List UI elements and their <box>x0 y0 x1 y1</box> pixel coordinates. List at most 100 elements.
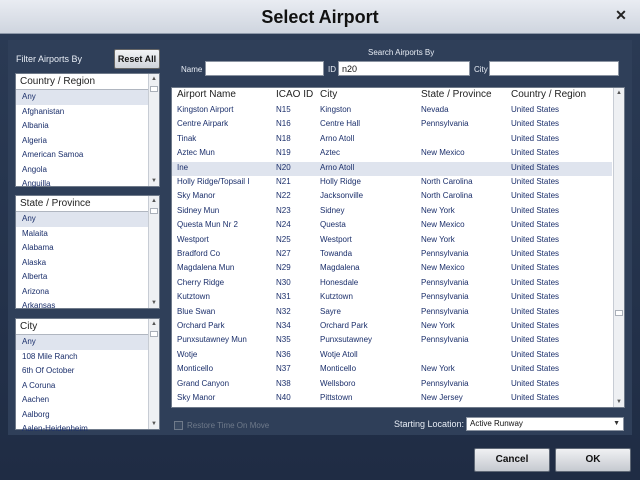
table-row[interactable]: Punxsutawney Mun N35 Punxsutawney Pennsylva… <box>172 334 612 348</box>
name-input[interactable] <box>205 61 324 76</box>
city-cell: Sidney <box>320 205 345 215</box>
icao-id-cell: N24 <box>276 220 291 230</box>
table-row[interactable]: Kingston Airport N15 Kingston Nevada United … <box>172 104 612 118</box>
city-list-item[interactable]: A Coruna <box>16 379 148 394</box>
table-row[interactable]: Sidney Mun N23 Sidney New York United States <box>172 205 612 219</box>
cancel-button[interactable]: Cancel <box>474 448 550 472</box>
city-list-item[interactable]: 6th Of October <box>16 364 148 379</box>
city-list-item[interactable]: Any <box>16 335 148 350</box>
col-country[interactable]: Country / Region <box>511 89 586 100</box>
country-scrollbar[interactable]: ▲ ▼ <box>148 74 159 186</box>
table-row[interactable]: Magdalena Mun N29 Magdalena New Mexico Unite… <box>172 262 612 276</box>
city-cell: Honesdale <box>320 277 359 287</box>
state-list-item[interactable]: Alaska <box>16 256 148 271</box>
state-listbox[interactable]: State / Province Any Malaita Alabama Alask… <box>15 195 160 310</box>
table-row[interactable]: Centre Airpark N16 Centre Hall Pennsylvania… <box>172 118 612 132</box>
city-cell: Monticello <box>320 364 357 374</box>
scroll-up-icon[interactable]: ▲ <box>149 319 159 329</box>
city-list-item[interactable]: 108 Mile Ranch <box>16 350 148 365</box>
scroll-down-icon[interactable]: ▼ <box>149 298 159 308</box>
table-row[interactable]: Ine N20 Arno Atoll United States <box>172 161 612 176</box>
table-row[interactable]: Aztec Mun N19 Aztec New Mexico United States <box>172 147 612 161</box>
city-cell: Magdalena <box>320 263 360 273</box>
table-row[interactable]: Sky Manor N22 Jacksonville North Carolina Un… <box>172 190 612 204</box>
state-list-item[interactable]: Alberta <box>16 270 148 285</box>
city-listbox[interactable]: City Any 108 Mile Ranch 6th Of October A Co… <box>15 318 160 433</box>
scroll-thumb[interactable] <box>615 310 623 316</box>
country-list-item[interactable]: American Samoa <box>16 148 148 163</box>
country-cell: United States <box>511 234 560 244</box>
country-cell: United States <box>511 378 560 388</box>
col-icao-id[interactable]: ICAO ID <box>276 89 313 100</box>
restore-time-checkbox[interactable] <box>174 421 183 430</box>
airport-name-cell: Questa Mun Nr 2 <box>177 220 238 230</box>
id-input[interactable] <box>338 61 470 76</box>
table-row[interactable]: Questa Mun Nr 2 N24 Questa New Mexico United… <box>172 219 612 233</box>
ok-button[interactable]: OK <box>555 448 631 472</box>
table-row[interactable]: Wotje N36 Wotje Atoll United States <box>172 349 612 363</box>
city-input[interactable] <box>489 61 619 76</box>
scroll-down-icon[interactable]: ▼ <box>614 397 624 407</box>
country-list-item[interactable]: Afghanistan <box>16 105 148 120</box>
table-row[interactable]: Tinak N18 Arno Atoll United States <box>172 133 612 147</box>
table-row[interactable]: Westport N25 Westport New York United States <box>172 234 612 248</box>
table-row[interactable]: Orchard Park N34 Orchard Park New York Unite… <box>172 320 612 334</box>
scroll-down-icon[interactable]: ▼ <box>149 176 159 186</box>
table-row[interactable]: Blue Swan N32 Sayre Pennsylvania United Stat… <box>172 306 612 320</box>
table-row[interactable]: Bradford Co N27 Towanda Pennsylvania United … <box>172 248 612 262</box>
state-list-item[interactable]: Arkansas <box>16 299 148 314</box>
icao-id-cell: N40 <box>276 393 291 402</box>
city-cell: Sayre <box>320 306 341 316</box>
icao-id-cell: N29 <box>276 263 291 273</box>
scroll-thumb[interactable] <box>150 208 158 214</box>
icao-id-cell: N36 <box>276 349 291 359</box>
state-list-item[interactable]: Alabama <box>16 241 148 256</box>
city-cell: Holly Ridge <box>320 177 361 186</box>
state-list-item[interactable]: Malaita <box>16 227 148 242</box>
country-list-item[interactable]: Angola <box>16 163 148 178</box>
state-cell: North Carolina <box>421 191 473 201</box>
scroll-up-icon[interactable]: ▲ <box>149 196 159 206</box>
reset-all-button[interactable]: Reset All <box>114 49 160 69</box>
airport-name-cell: Ine <box>177 162 189 172</box>
country-list-item[interactable]: Anguilla <box>16 177 148 192</box>
table-row[interactable]: Sky Manor N40 Pittstown New Jersey United St… <box>172 392 612 406</box>
state-cell: Pennsylvania <box>421 249 469 258</box>
table-row[interactable]: Kutztown N31 Kutztown Pennsylvania United St… <box>172 291 612 305</box>
state-list-item[interactable]: Any <box>16 212 148 227</box>
airport-grid[interactable]: Airport Name ICAO ID City State / Provin… <box>171 87 625 408</box>
grid-scrollbar[interactable]: ▲ ▼ <box>613 88 624 407</box>
scroll-up-icon[interactable]: ▲ <box>149 74 159 84</box>
state-cell: New Mexico <box>421 220 465 230</box>
country-list-item[interactable]: Algeria <box>16 134 148 149</box>
airport-name-cell: Aztec Mun <box>177 148 215 158</box>
grid-header: Airport Name ICAO ID City State / Provin… <box>172 88 612 102</box>
state-list-item[interactable]: Arizona <box>16 285 148 300</box>
col-state[interactable]: State / Province <box>421 89 492 100</box>
scroll-up-icon[interactable]: ▲ <box>614 88 624 98</box>
col-airport-name[interactable]: Airport Name <box>177 89 236 100</box>
scroll-thumb[interactable] <box>150 86 158 92</box>
icao-id-cell: N23 <box>276 205 291 215</box>
scroll-thumb[interactable] <box>150 331 158 337</box>
country-list-item[interactable]: Albania <box>16 119 148 134</box>
table-row[interactable]: Grand Canyon N38 Wellsboro Pennsylvania Unit… <box>172 378 612 392</box>
city-list-item[interactable]: Aalborg <box>16 408 148 423</box>
airport-name-cell: Kutztown <box>177 292 210 302</box>
city-list-item[interactable]: Aachen <box>16 393 148 408</box>
state-cell: New York <box>421 205 455 215</box>
close-icon[interactable]: ✕ <box>610 4 632 26</box>
col-city[interactable]: City <box>320 89 337 100</box>
country-cell: United States <box>511 393 560 402</box>
country-list-item[interactable]: Any <box>16 90 148 105</box>
state-header: State / Province <box>16 196 148 212</box>
table-row[interactable]: Cherry Ridge N30 Honesdale Pennsylvania Unit… <box>172 277 612 291</box>
table-row[interactable]: Holly Ridge/Topsail I N21 Holly Ridge North… <box>172 176 612 190</box>
state-scrollbar[interactable]: ▲ ▼ <box>148 196 159 308</box>
starting-location-select[interactable]: Active Runway ▼ <box>466 417 624 431</box>
city-scrollbar[interactable]: ▲ ▼ <box>148 319 159 429</box>
country-listbox[interactable]: Country / Region Any Afghanistan Albania Al… <box>15 73 160 188</box>
table-row[interactable]: Monticello N37 Monticello New York United St… <box>172 363 612 377</box>
scroll-down-icon[interactable]: ▼ <box>149 419 159 429</box>
city-list-item[interactable]: Aalen-Heidenheim <box>16 422 148 437</box>
